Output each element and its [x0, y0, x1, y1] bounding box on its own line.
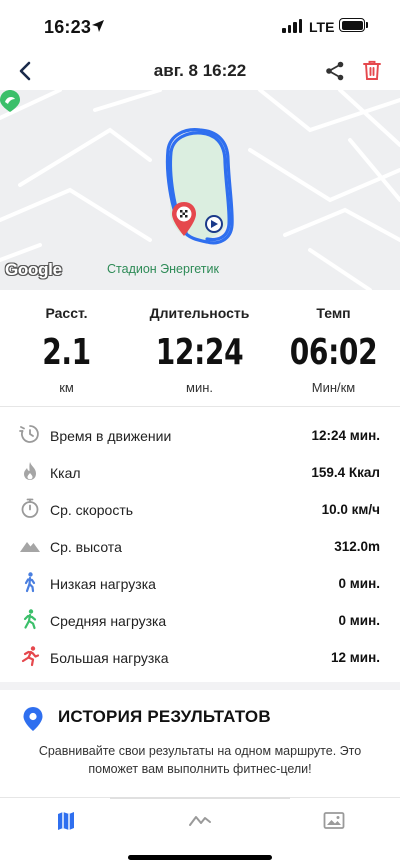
detail-calories: Ккал 159.4 Ккал — [0, 453, 400, 490]
detail-value: 10.0 км/ч — [321, 502, 380, 517]
park-pin-icon[interactable] — [0, 90, 20, 112]
chart-line-icon — [189, 816, 211, 826]
header: авг. 8 16:22 — [0, 52, 400, 90]
detail-label: Средняя нагрузка — [50, 613, 167, 629]
route-map[interactable]: Google Стадион Энергетик — [0, 90, 400, 290]
google-logo: Google — [5, 260, 62, 279]
detail-label: Время в движении — [50, 428, 172, 444]
mountain-icon — [20, 542, 40, 552]
end-position-marker — [205, 215, 223, 233]
location-pin-icon — [23, 707, 43, 731]
stat-value: 06:02 — [289, 332, 378, 373]
stat-unit: км — [59, 380, 74, 395]
stat-value: 12:24 — [155, 332, 244, 373]
map-place-label[interactable]: Стадион Энергетик — [107, 262, 219, 276]
status-bar: 16:23 LTE — [0, 0, 400, 52]
history-title: ИСТОРИЯ РЕЗУЛЬТАТОВ — [58, 707, 271, 726]
detail-value: 0 мин. — [338, 613, 380, 628]
share-button[interactable] — [324, 60, 346, 82]
stopwatch-moving-icon — [19, 425, 39, 443]
detail-high-load: Большая нагрузка 12 мин. — [0, 638, 400, 675]
stat-label: Темп — [316, 305, 351, 321]
detail-value: 12 мин. — [331, 650, 380, 665]
detail-label: Большая нагрузка — [50, 650, 169, 666]
status-time: 16:23 — [44, 17, 92, 37]
walking-person-icon — [24, 572, 36, 593]
detail-avg-altitude: Ср. высота 312.0m — [0, 527, 400, 564]
stat-unit: мин. — [186, 380, 213, 395]
stat-label: Длительность — [149, 305, 250, 321]
battery-tip — [366, 22, 368, 28]
tab-chart[interactable] — [180, 806, 220, 836]
walking-fast-person-icon — [23, 609, 37, 630]
detail-label: Ср. скорость — [50, 502, 134, 518]
detail-low-load: Низкая нагрузка 0 мин. — [0, 564, 400, 601]
tab-photos[interactable] — [314, 806, 354, 836]
battery-icon — [339, 18, 365, 32]
section-separator — [0, 682, 400, 690]
detail-label: Низкая нагрузка — [50, 576, 156, 592]
share-icon — [326, 61, 344, 81]
detail-value: 159.4 Ккал — [311, 465, 380, 480]
detail-value: 312.0m — [334, 539, 380, 554]
image-icon — [323, 812, 345, 829]
network-type: LTE — [309, 19, 335, 35]
detail-moving-time: Время в движении 12:24 мин. — [0, 416, 400, 453]
detail-medium-load: Средняя нагрузка 0 мин. — [0, 601, 400, 638]
running-person-icon — [21, 646, 40, 667]
tab-map[interactable] — [46, 806, 86, 836]
history-description: Сравнивайте свои результаты на одном мар… — [38, 744, 362, 776]
detail-label: Ккал — [50, 465, 81, 481]
detail-value: 0 мин. — [338, 576, 380, 591]
tab-indicator — [110, 797, 290, 799]
delete-button[interactable] — [362, 59, 382, 81]
summary-stats: Расст. 2.1 км Длительность 12:24 мин. Те… — [0, 290, 400, 406]
trash-icon — [363, 60, 381, 80]
detail-value: 12:24 мин. — [311, 428, 380, 443]
divider — [0, 406, 400, 407]
stat-value: 2.1 — [42, 332, 91, 373]
timer-icon — [21, 498, 39, 518]
detail-avg-speed: Ср. скорость 10.0 км/ч — [0, 490, 400, 527]
cellular-signal-icon — [282, 19, 302, 33]
stat-unit: Мин/км — [311, 380, 356, 395]
stat-label: Расст. — [45, 305, 88, 321]
map-icon — [58, 812, 74, 830]
detail-label: Ср. высота — [50, 539, 122, 555]
home-indicator — [128, 855, 272, 860]
location-arrow-icon — [92, 20, 104, 32]
flame-icon — [24, 462, 36, 480]
